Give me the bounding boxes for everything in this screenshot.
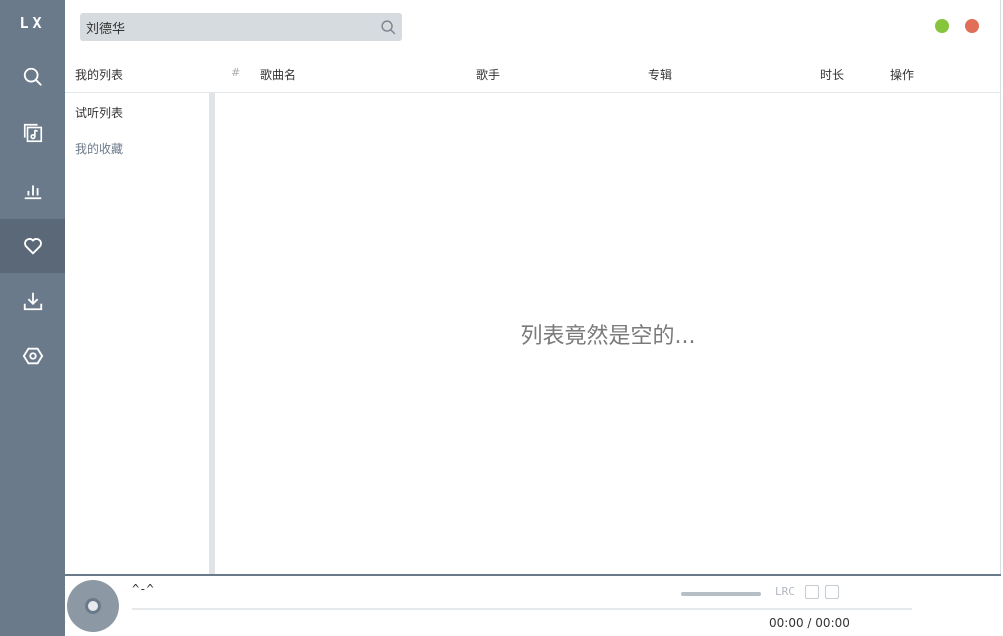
download-icon [23,292,42,311]
nav-leaderboard[interactable] [0,163,65,217]
current-time: 00:00 [769,616,804,630]
heart-icon [23,238,42,255]
search-input[interactable] [86,13,371,41]
nav-settings[interactable] [0,329,65,383]
minimize-button[interactable] [935,19,949,33]
time-display: 00:00 / 00:00 [769,616,850,630]
search-button[interactable] [378,17,398,37]
table-header: 我的列表 # 歌曲名 歌手 专辑 时长 操作 [65,58,1001,93]
lyrics-button[interactable]: LRC [775,585,795,598]
desktop-lyric-icon[interactable] [805,585,819,599]
nav-my-list[interactable] [0,219,65,273]
volume-slider[interactable] [681,592,761,596]
my-list-heading: 我的列表 [75,68,124,82]
search-icon [23,67,42,86]
bar-chart-icon [24,185,41,200]
total-time: 00:00 [815,616,850,630]
album-cover[interactable] [67,580,119,632]
disc-center [85,598,101,614]
play-mode-icon[interactable] [825,585,839,599]
search-icon [380,19,395,34]
column-number: # [231,66,241,79]
column-action: 操作 [890,68,915,82]
nav-song-list[interactable] [0,106,65,160]
app-logo: LX [19,14,46,32]
settings-icon [22,347,43,365]
time-separator: / [807,616,812,630]
nav-download[interactable] [0,274,65,328]
list-item-favorites[interactable]: 我的收藏 [75,140,123,157]
player-bar: ^-^ LRC 00:00 / 00:00 [65,574,1001,636]
close-button[interactable] [965,19,979,33]
empty-list-message: 列表竟然是空的... [520,324,696,349]
column-duration: 时长 [820,68,845,82]
main-panel: 我的列表 # 歌曲名 歌手 专辑 时长 操作 试听列表 我的收藏 列表竟然是空的… [65,0,1001,636]
column-album: 专辑 [648,68,673,82]
track-title: ^-^ [132,582,154,596]
column-song-name: 歌曲名 [260,68,297,82]
playlist-panel: 试听列表 我的收藏 [65,93,215,575]
sidebar: LX [0,0,65,636]
list-item-trial[interactable]: 试听列表 [75,104,123,121]
music-list-icon [23,123,42,143]
column-singer: 歌手 [476,68,501,82]
progress-bar[interactable] [132,608,912,610]
search-bar [80,13,402,41]
nav-search[interactable] [0,50,65,104]
